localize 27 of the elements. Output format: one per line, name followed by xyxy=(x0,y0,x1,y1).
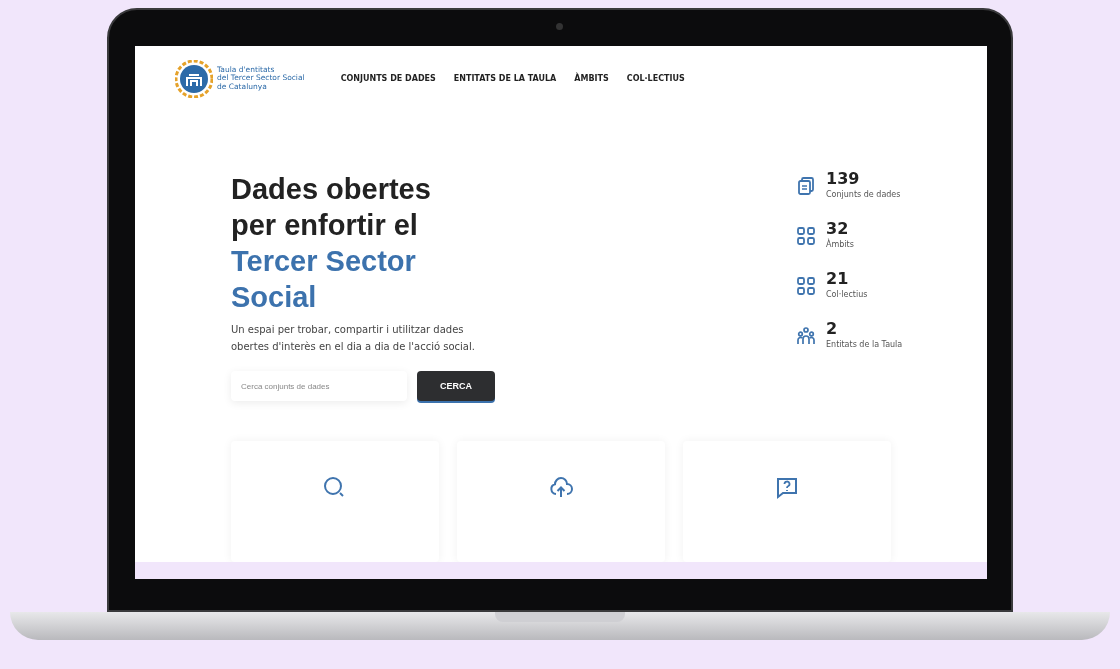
stat-value: 2 xyxy=(826,319,839,338)
stat-label: Col·lectius xyxy=(826,290,868,299)
hero-title: Dades obertes per enfortir el Tercer Sector Social xyxy=(231,172,432,315)
feature-card[interactable] xyxy=(683,441,891,562)
documents-icon xyxy=(796,176,816,196)
stat-value: 21 xyxy=(826,269,850,288)
hero-subtitle: Un espai per trobar, compartir i utilitzar dades obertes d'interès en el dia a dia de l'acció social. xyxy=(231,323,476,354)
search-button[interactable]: CERCA xyxy=(417,371,495,401)
cloud-upload-icon xyxy=(549,476,573,500)
grid-icon xyxy=(796,226,816,246)
stat-label: Àmbits xyxy=(826,240,854,249)
stat-label: Conjunts de dades xyxy=(826,190,901,199)
nav-link[interactable]: ÀMBITS xyxy=(574,74,609,83)
feature-card[interactable] xyxy=(457,441,665,562)
stat-value: 139 xyxy=(826,169,861,188)
logo-icon xyxy=(175,59,213,98)
nav-link[interactable]: COL·LECTIUS xyxy=(626,74,685,83)
question-bubble-icon xyxy=(775,476,799,500)
people-icon xyxy=(796,326,816,346)
stat-label: Entitats de la Taula xyxy=(826,340,903,349)
grid-icon xyxy=(796,276,816,296)
stat-value: 32 xyxy=(826,219,850,238)
nav-link[interactable]: CONJUNTS DE DADES xyxy=(340,74,436,83)
search-field[interactable]: Cerca conjunts de dades xyxy=(231,371,407,401)
nav-link[interactable]: ENTITATS DE LA TAULA xyxy=(453,74,557,83)
feature-card[interactable] xyxy=(231,441,439,562)
camera-icon xyxy=(556,23,563,30)
